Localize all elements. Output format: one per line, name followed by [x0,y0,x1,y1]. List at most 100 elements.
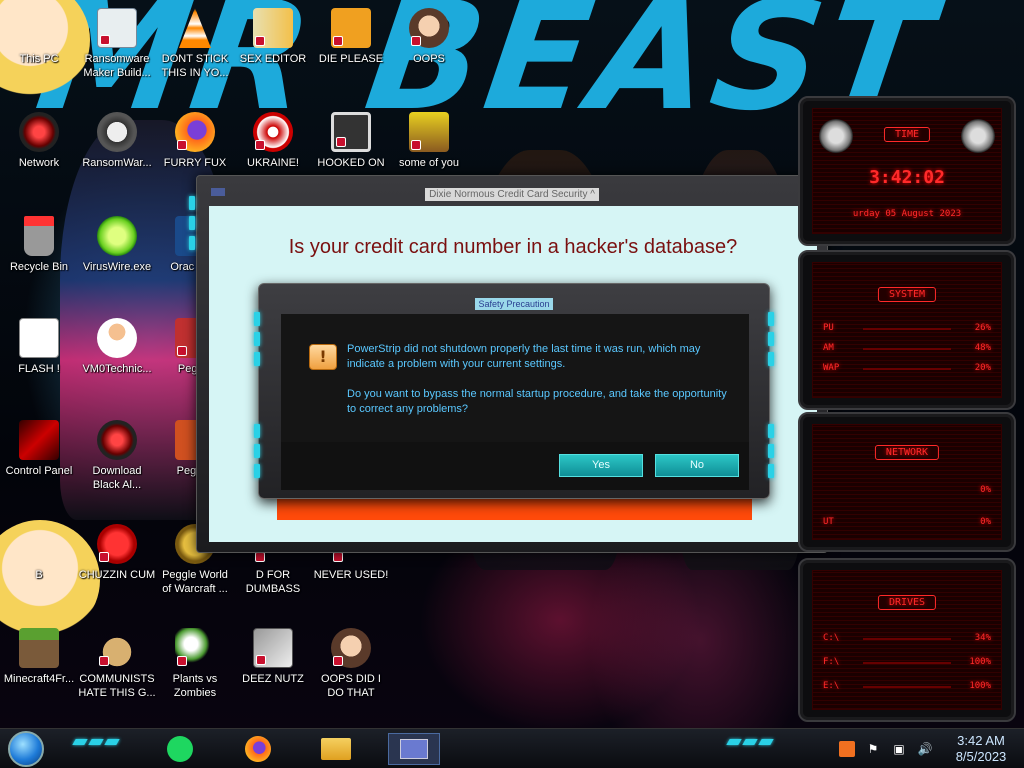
lime-icon [97,216,137,256]
radiation-icon [253,112,293,152]
drives-widget: DRIVES C:\ 34% F:\ 100% E:\ 100% [798,558,1016,722]
spotify-icon[interactable] [160,733,200,765]
desktop-icon-minecraft[interactable]: Minecraft4Fr... [0,628,78,686]
hooked-app-icon [331,112,371,152]
firefox-icon[interactable] [238,733,278,765]
minecraft-block-icon [19,628,59,668]
desktop-icon-dont-stick[interactable]: DONT STICK THIS IN YO... [156,8,234,80]
portrait-icon [409,8,449,48]
vlc-cone-icon [179,8,211,48]
desktop-icon-download-black[interactable]: Download Black Al... [78,420,156,492]
network-icon[interactable]: ▣ [891,741,907,757]
desktop-icon-ukraine[interactable]: UKRAINE! [234,112,312,170]
desktop-icon-flash[interactable]: FLASH ! [0,318,78,376]
page-headline: Is your credit card number in a hacker's… [288,236,738,258]
money-bag-icon [97,628,137,668]
desktop-icon-control-panel[interactable]: Control Panel [0,420,78,478]
active-window-icon[interactable] [388,733,440,765]
widget-title: TIME [883,127,931,142]
alien-orb-icon [97,420,137,460]
date-display: urday 05 August 2023 [852,209,962,219]
yes-button[interactable]: Yes [559,454,643,477]
firefox-icon [175,112,215,152]
computer-icon [19,8,59,48]
decorative-lights [189,196,195,250]
volume-icon[interactable]: 🔊 [917,741,933,757]
widget-title: SYSTEM [877,287,937,302]
widget-title: NETWORK [874,445,940,460]
die-app-icon [331,8,371,48]
plant-icon [175,628,215,668]
time-display: 3:42:02 [869,167,945,188]
window-title-bar[interactable]: Dixie Normous Credit Card Security ^ [197,182,827,201]
desktop-icon-hooked-on[interactable]: HOOKED ON [312,112,390,170]
flag-icon[interactable]: ⚑ [865,741,881,757]
dialog-body: ! PowerStrip did not shutdown properly t… [281,314,749,490]
desktop-icon-oops-did-i[interactable]: OOPS DID I DO THAT [312,628,390,700]
ram-row: AM 48% [823,343,991,353]
desktop-icon-ransomware-maker[interactable]: Ransomware Maker Build... [78,8,156,80]
decorative-lights [726,739,774,747]
drive-c-row: C:\ 34% [823,633,991,643]
cpu-row: PU 26% [823,323,991,333]
desktop-icon-deez-nutz[interactable]: DEEZ NUTZ [234,628,312,686]
desktop-icon-die-please[interactable]: DIE PLEASE [312,8,390,66]
message-paragraph-2: Do you want to bypass the normal startup… [347,388,727,415]
flash-icon [19,318,59,358]
decorative-lights [768,312,774,366]
alien-head-icon [961,119,995,153]
time-widget: TIME 3:42:02 urday 05 August 2023 [798,96,1016,246]
app-tray-icon[interactable] [839,741,855,757]
system-widget: SYSTEM PU 26% AM 48% WAP 20% [798,250,1016,410]
recycle-bin-icon [24,216,54,256]
desktop-icon-this-pc[interactable]: This PC [0,8,78,66]
clock-date: 8/5/2023 [955,749,1007,764]
desktop-icon-viruswire[interactable]: VirusWire.exe [78,216,156,274]
dialog-title: Safety Precaution [475,298,553,310]
desktop-icon-sex-editor[interactable]: SEX EDITOR [234,8,312,66]
drive-f-row: F:\ 100% [823,657,991,667]
skull-icon [97,112,137,152]
desktop-icon-ransomware[interactable]: RansomWar... [78,112,156,170]
desktop-icon-b[interactable]: B [0,524,78,582]
window-title: Dixie Normous Credit Card Security ^ [425,188,599,201]
chuzzle-icon [97,524,137,564]
file-explorer-icon[interactable] [316,733,356,765]
desktop-icon-network[interactable]: Network [0,112,78,170]
swap-row: WAP 20% [823,363,991,373]
warning-icon: ! [309,344,337,370]
folder-icon [19,524,59,564]
safety-dialog: Safety Precaution ! PowerStrip did not s… [254,283,774,499]
windows-stack-icon [253,628,293,668]
dialog-message: PowerStrip did not shutdown properly the… [347,342,737,417]
desktop-icon-chuzzin[interactable]: CHUZZIN CUM [78,524,156,582]
message-paragraph-1: PowerStrip did not shutdown properly the… [347,343,701,370]
hxd-editor-icon [253,8,293,48]
clock-time: 3:42 AM [957,733,1005,748]
portrait-icon [331,628,371,668]
dog-image-icon [409,112,449,152]
taskbar: ⚑ ▣ 🔊 3:42 AM 8/5/2023 [0,728,1024,768]
widget-title: DRIVES [877,595,937,610]
dialog-title-bar[interactable]: Safety Precaution [259,292,769,311]
application-window-icon [97,8,137,48]
desktop-icon-vm0technic[interactable]: VM0Technic... [78,318,156,376]
start-button[interactable] [8,731,44,767]
desktop-icon-communists[interactable]: COMMUNISTS HATE THIS G... [78,628,156,700]
drive-e-row: E:\ 100% [823,681,991,691]
control-panel-icon [19,420,59,460]
no-button[interactable]: No [655,454,739,477]
decorative-lights [768,424,774,478]
desktop-icon-furry-fux[interactable]: FURRY FUX [156,112,234,170]
taskbar-clock[interactable]: 3:42 AM 8/5/2023 [938,733,1024,765]
decorative-lights [254,312,260,366]
desktop-icon-plants-vs-zombies[interactable]: Plants vs Zombies [156,628,234,700]
desktop-icon-recycle-bin[interactable]: Recycle Bin [0,216,78,274]
message-area: ! PowerStrip did not shutdown properly t… [281,314,749,442]
desktop-icon-oops[interactable]: OOPS [390,8,468,66]
technician-icon [97,318,137,358]
decorative-lights [72,739,120,747]
network-icon [19,112,59,152]
decorative-lights [254,424,260,478]
desktop-icon-some-of-you[interactable]: some of you [390,112,468,170]
